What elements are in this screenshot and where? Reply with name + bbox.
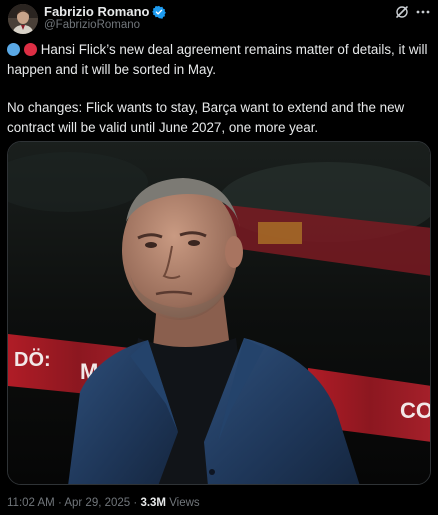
blue-circle-emoji [7, 43, 20, 56]
tweet-paragraph-2: No changes: Flick wants to stay, Barça w… [7, 100, 405, 135]
author-handle[interactable]: @FabrizioRomano [44, 19, 140, 31]
views-count: 3.3M [140, 497, 167, 509]
views-label: Views [169, 497, 200, 509]
tweet-meta: 11:02 AM · Apr 29, 2025 · 3.3M Views [7, 497, 200, 509]
tweet-image[interactable]: DÖ: MA CO [7, 141, 431, 485]
grok-icon[interactable] [395, 5, 409, 19]
tweet-text: Hansi Flick’s new deal agreement remains… [7, 40, 433, 137]
tweet[interactable]: Fabrizio Romano @FabrizioRomano Hansi Fl… [0, 0, 438, 515]
meta-separator: · [130, 497, 141, 509]
red-circle-emoji [23, 43, 37, 56]
author-name[interactable]: Fabrizio Romano [44, 4, 149, 19]
tweet-date[interactable]: Apr 29, 2025 [64, 497, 130, 509]
verified-badge-icon [152, 5, 167, 19]
meta-separator: · [54, 497, 65, 509]
tweet-paragraph-1: Hansi Flick’s new deal agreement remains… [7, 40, 433, 79]
tweet-paragraph-1-text: Hansi Flick’s new deal agreement remains… [7, 42, 428, 77]
avatar[interactable] [8, 4, 38, 34]
more-options-icon[interactable] [415, 5, 431, 19]
banner-text-right: CO [400, 398, 431, 423]
banner-text-left: DÖ: [14, 348, 51, 371]
tweet-time[interactable]: 11:02 AM [7, 497, 55, 509]
